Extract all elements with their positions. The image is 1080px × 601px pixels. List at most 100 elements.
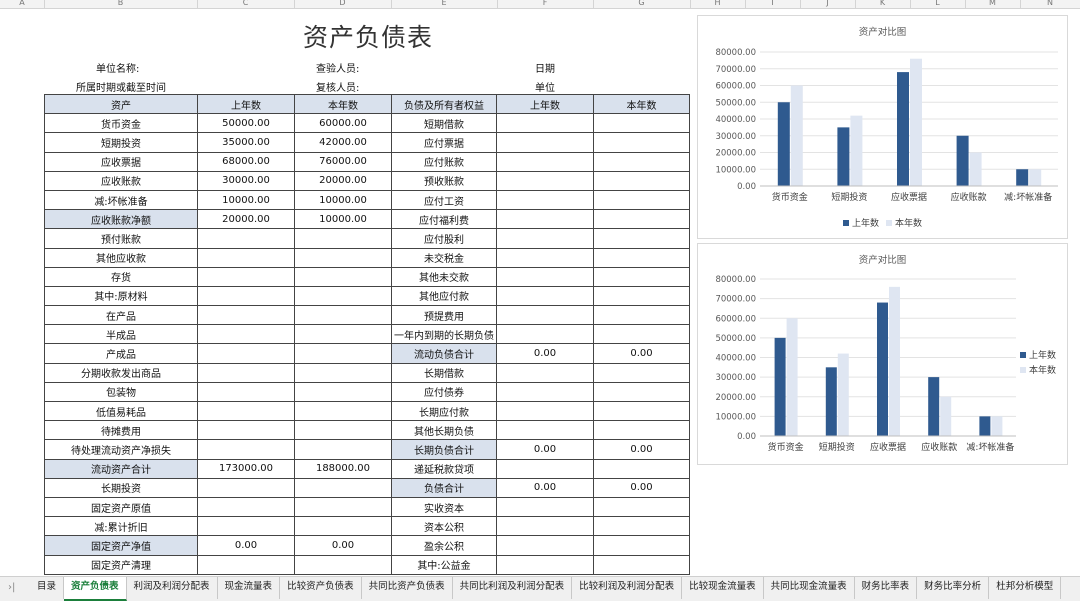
liability-name-cell[interactable]: 未交税金 xyxy=(391,247,497,268)
asset-prior-cell[interactable] xyxy=(197,305,295,326)
asset-name-cell[interactable]: 长期投资 xyxy=(44,477,198,498)
header-prior-year-2[interactable]: 上年数 xyxy=(496,93,594,115)
liability-current-cell[interactable] xyxy=(593,554,690,575)
asset-name-cell[interactable]: 应收账款 xyxy=(44,170,198,191)
sheet-tab[interactable]: 目录 xyxy=(30,577,65,599)
asset-prior-cell[interactable] xyxy=(197,343,295,364)
liability-current-cell[interactable] xyxy=(593,209,690,230)
liability-prior-cell[interactable] xyxy=(496,132,594,153)
liability-name-cell[interactable]: 实收资本 xyxy=(391,496,497,518)
asset-name-cell[interactable]: 应收票据 xyxy=(44,151,198,172)
liability-current-cell[interactable] xyxy=(593,247,690,268)
liability-prior-cell[interactable] xyxy=(496,400,594,422)
asset-current-cell[interactable]: 60000.00 xyxy=(294,113,392,134)
asset-prior-cell[interactable] xyxy=(197,439,295,460)
header-current-year[interactable]: 本年数 xyxy=(294,93,392,115)
asset-prior-cell[interactable] xyxy=(197,400,295,422)
liability-current-cell[interactable] xyxy=(593,228,690,249)
liability-current-cell[interactable] xyxy=(593,535,690,556)
asset-current-cell[interactable]: 42000.00 xyxy=(294,132,392,153)
column-letter[interactable]: N xyxy=(1047,0,1053,7)
asset-current-cell[interactable] xyxy=(294,516,392,537)
asset-name-cell[interactable]: 固定资产净值 xyxy=(44,535,198,556)
liability-prior-cell[interactable] xyxy=(496,324,594,345)
liability-name-cell[interactable]: 应付工资 xyxy=(391,189,497,211)
asset-current-cell[interactable] xyxy=(294,362,392,383)
liability-prior-cell[interactable] xyxy=(496,362,594,383)
sheet-tab[interactable]: 共同比现金流量表 xyxy=(764,577,855,599)
liability-name-cell[interactable]: 其他未交款 xyxy=(391,266,497,287)
asset-prior-cell[interactable]: 10000.00 xyxy=(197,189,295,211)
asset-comparison-chart-2[interactable]: 资产对比图 0.00 10000.00 20000.00 30000.00 40000.… xyxy=(697,243,1068,465)
asset-name-cell[interactable]: 其中:原材料 xyxy=(44,285,198,307)
liability-name-cell[interactable]: 一年内到期的长期负债 xyxy=(391,324,497,345)
asset-current-cell[interactable] xyxy=(294,496,392,518)
asset-name-cell[interactable]: 应收账款净额 xyxy=(44,209,198,230)
liability-prior-cell[interactable] xyxy=(496,209,594,230)
asset-current-cell[interactable]: 10000.00 xyxy=(294,209,392,230)
liability-name-cell[interactable]: 预收账款 xyxy=(391,170,497,191)
asset-prior-cell[interactable] xyxy=(197,247,295,268)
asset-name-cell[interactable]: 减:累计折旧 xyxy=(44,516,198,537)
liability-current-cell[interactable] xyxy=(593,420,690,441)
column-letter[interactable]: G xyxy=(638,0,644,7)
asset-name-cell[interactable]: 半成品 xyxy=(44,324,198,345)
liability-current-cell[interactable] xyxy=(593,324,690,345)
liability-current-cell[interactable] xyxy=(593,189,690,211)
liability-prior-cell[interactable]: 0.00 xyxy=(496,439,594,460)
asset-current-cell[interactable]: 188000.00 xyxy=(294,458,392,479)
asset-name-cell[interactable]: 待摊费用 xyxy=(44,420,198,441)
asset-name-cell[interactable]: 待处理流动资产净损失 xyxy=(44,439,198,460)
liability-current-cell[interactable] xyxy=(593,113,690,134)
asset-name-cell[interactable]: 分期收款发出商品 xyxy=(44,362,198,383)
liability-current-cell[interactable]: 0.00 xyxy=(593,439,690,460)
column-letter[interactable]: K xyxy=(880,0,885,7)
asset-prior-cell[interactable] xyxy=(197,228,295,249)
asset-name-cell[interactable]: 在产品 xyxy=(44,305,198,326)
asset-prior-cell[interactable]: 173000.00 xyxy=(197,458,295,479)
liability-current-cell[interactable] xyxy=(593,496,690,518)
column-letter[interactable]: A xyxy=(19,0,24,7)
asset-prior-cell[interactable]: 35000.00 xyxy=(197,132,295,153)
liability-current-cell[interactable]: 0.00 xyxy=(593,477,690,498)
header-assets[interactable]: 资产 xyxy=(44,93,198,115)
header-liabilities-equity[interactable]: 负债及所有者权益 xyxy=(391,93,497,115)
asset-comparison-chart-1[interactable]: 资产对比图 0.00 10000.00 20000.00 30000.00 40000.… xyxy=(697,15,1068,239)
asset-name-cell[interactable]: 包装物 xyxy=(44,381,198,403)
asset-current-cell[interactable] xyxy=(294,343,392,364)
liability-name-cell[interactable]: 应付账款 xyxy=(391,151,497,172)
liability-prior-cell[interactable] xyxy=(496,151,594,172)
liability-name-cell[interactable]: 预提费用 xyxy=(391,305,497,326)
asset-current-cell[interactable] xyxy=(294,554,392,575)
liability-prior-cell[interactable] xyxy=(496,170,594,191)
column-letter[interactable]: F xyxy=(543,0,548,7)
liability-prior-cell[interactable] xyxy=(496,516,594,537)
liability-current-cell[interactable] xyxy=(593,151,690,172)
liability-name-cell[interactable]: 盈余公积 xyxy=(391,535,497,556)
asset-name-cell[interactable]: 短期投资 xyxy=(44,132,198,153)
asset-current-cell[interactable] xyxy=(294,266,392,287)
asset-name-cell[interactable]: 货币资金 xyxy=(44,113,198,134)
column-letter[interactable]: I xyxy=(771,0,773,7)
liability-prior-cell[interactable] xyxy=(496,189,594,211)
column-letter[interactable]: D xyxy=(339,0,345,7)
sheet-tab[interactable]: 共同比利润及利润分配表 xyxy=(453,577,573,599)
asset-prior-cell[interactable] xyxy=(197,324,295,345)
liability-prior-cell[interactable] xyxy=(496,285,594,307)
asset-name-cell[interactable]: 其他应收款 xyxy=(44,247,198,268)
liability-prior-cell[interactable] xyxy=(496,266,594,287)
liability-prior-cell[interactable] xyxy=(496,247,594,268)
asset-current-cell[interactable] xyxy=(294,477,392,498)
liability-name-cell[interactable]: 长期应付款 xyxy=(391,400,497,422)
asset-prior-cell[interactable]: 0.00 xyxy=(197,535,295,556)
asset-name-cell[interactable]: 预付账款 xyxy=(44,228,198,249)
liability-prior-cell[interactable] xyxy=(496,381,594,403)
asset-name-cell[interactable]: 流动资产合计 xyxy=(44,458,198,479)
liability-name-cell[interactable]: 应付股利 xyxy=(391,228,497,249)
header-prior-year[interactable]: 上年数 xyxy=(197,93,295,115)
liability-name-cell[interactable]: 应付债券 xyxy=(391,381,497,403)
asset-name-cell[interactable]: 固定资产清理 xyxy=(44,554,198,575)
liability-current-cell[interactable] xyxy=(593,400,690,422)
asset-name-cell[interactable]: 存货 xyxy=(44,266,198,287)
asset-prior-cell[interactable]: 30000.00 xyxy=(197,170,295,191)
